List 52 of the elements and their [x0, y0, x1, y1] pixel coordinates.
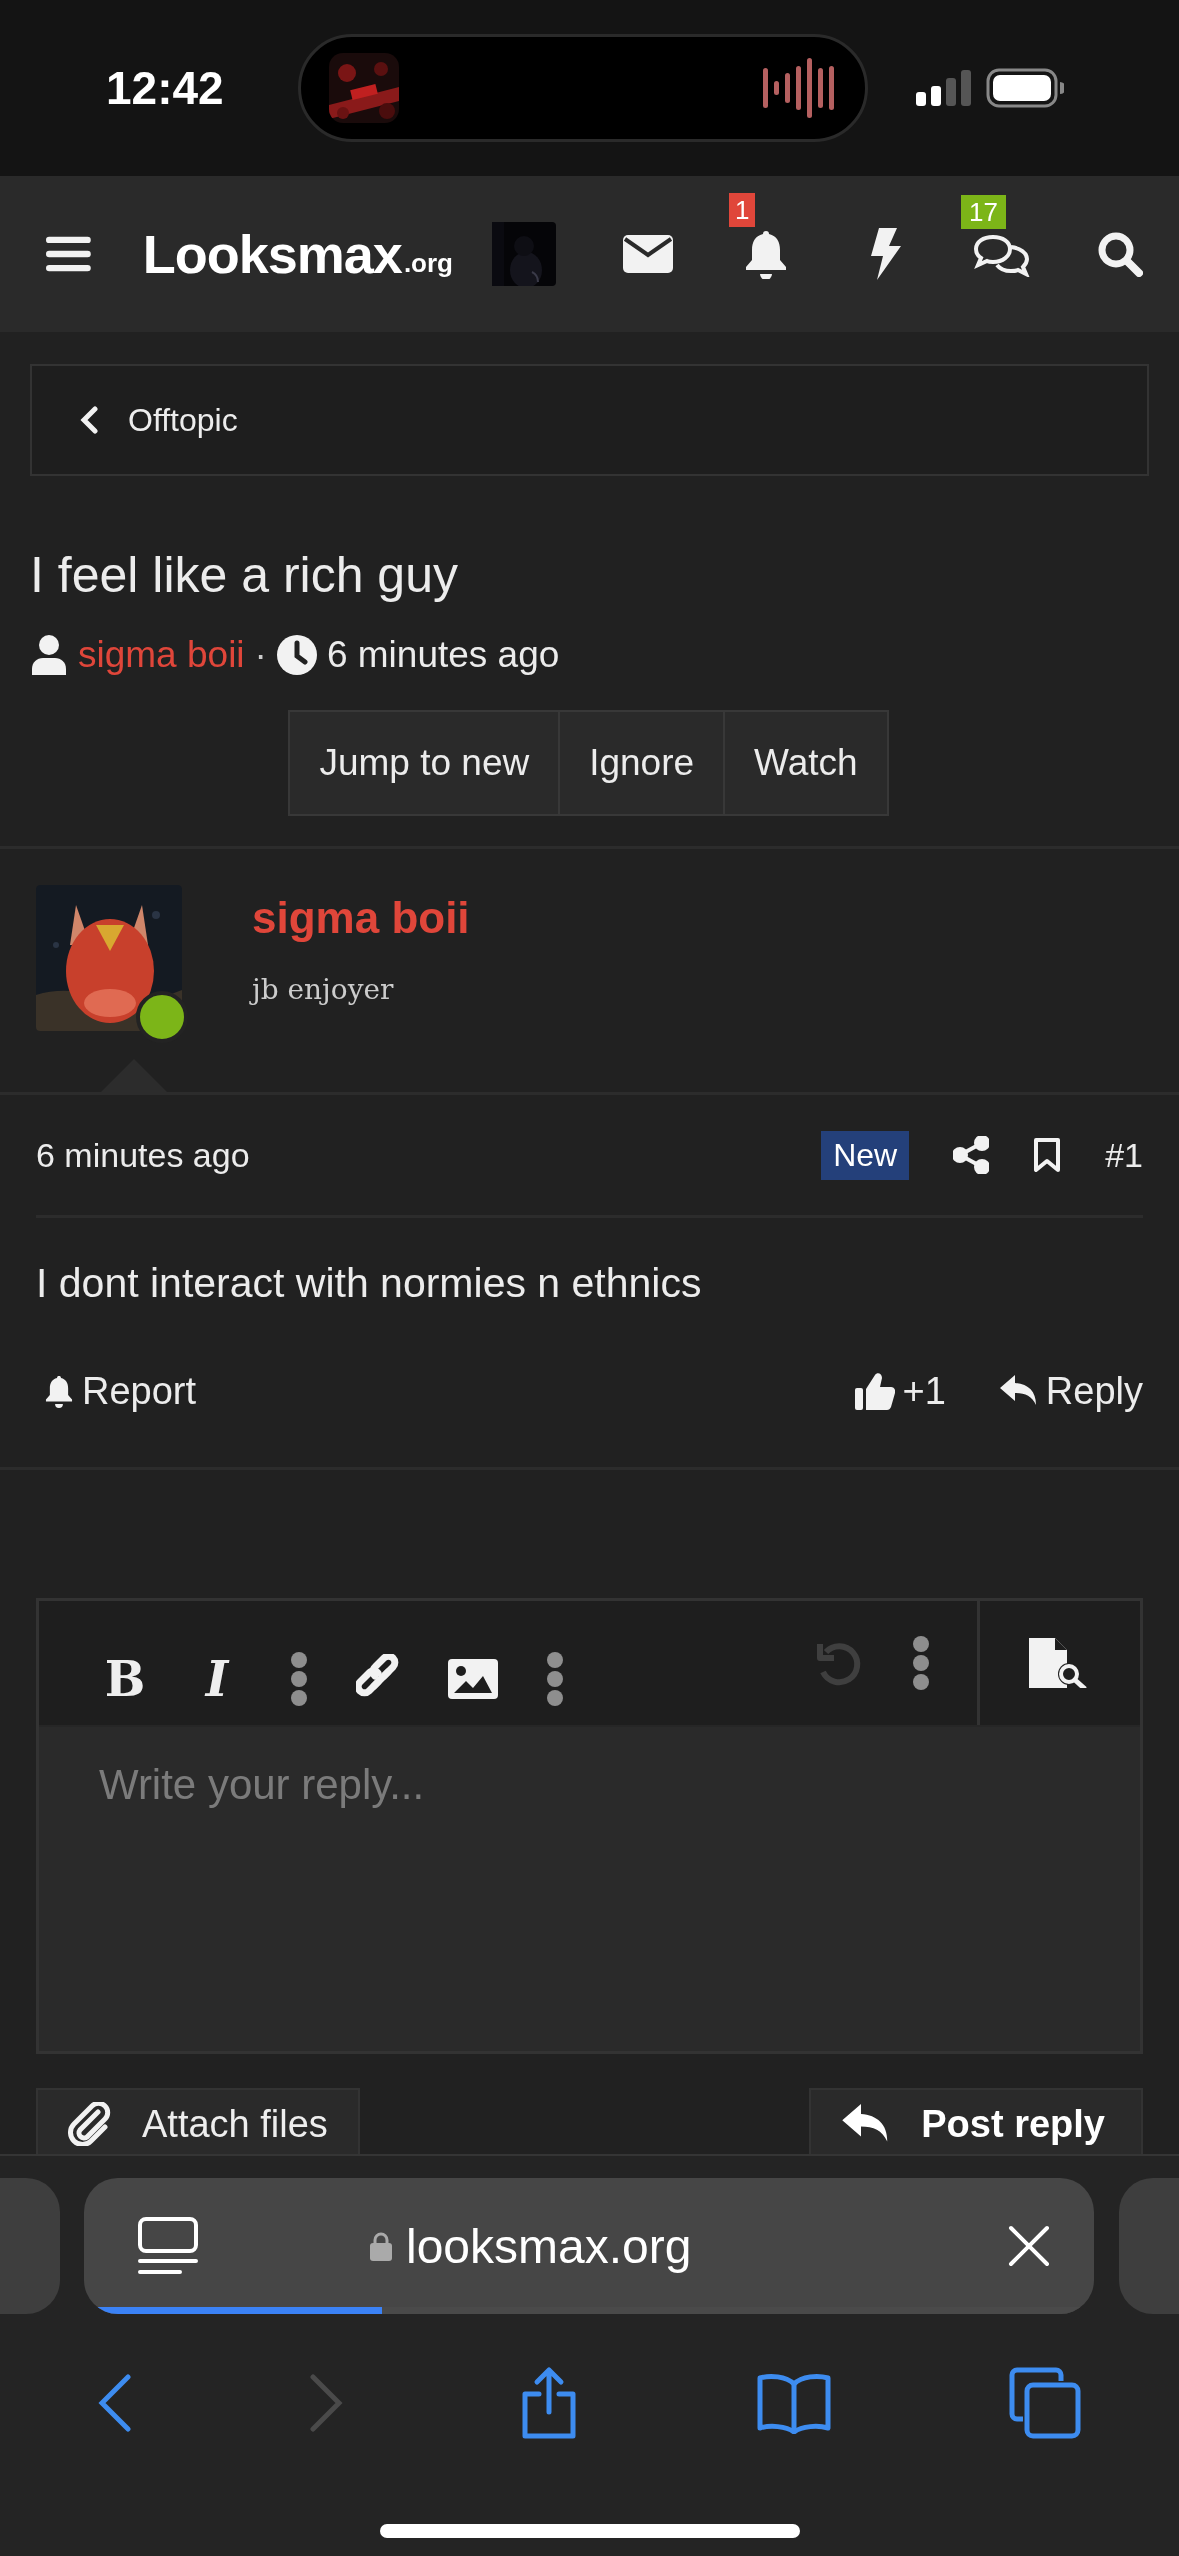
thread-button[interactable]: Watch	[723, 710, 889, 816]
more-vertical-icon[interactable]	[912, 1635, 930, 1691]
post-number[interactable]: #1	[1105, 1135, 1143, 1175]
reply-button[interactable]: Reply	[999, 1369, 1143, 1413]
post-time: 6 minutes ago	[326, 634, 560, 676]
more-vertical-icon[interactable]	[290, 1651, 308, 1707]
back-icon[interactable]	[98, 2374, 133, 2432]
count-badge: 1	[729, 193, 756, 227]
attach-files-button[interactable]: Attach files	[36, 2088, 360, 2154]
author-link[interactable]: sigma boii	[78, 634, 245, 676]
reply-arrow-icon	[999, 1375, 1038, 1407]
clock-time: 12:42	[106, 61, 225, 115]
signal-icon	[916, 70, 972, 106]
separator: ·	[254, 634, 267, 676]
italic-button[interactable]: I	[171, 1639, 263, 1719]
bold-button[interactable]: B	[79, 1639, 171, 1719]
post-reply-button[interactable]: Post reply	[809, 2088, 1143, 2154]
share-icon[interactable]	[953, 1136, 990, 1174]
logo[interactable]: Looksmax	[142, 223, 402, 285]
lock-icon	[370, 2231, 392, 2261]
close-icon[interactable]	[1008, 2225, 1050, 2267]
count-badge: 17	[961, 195, 1006, 229]
chevron-left-icon[interactable]	[80, 406, 98, 434]
thumbs-up-icon	[854, 1371, 895, 1411]
tabs-icon[interactable]	[1008, 2367, 1081, 2439]
address-bar[interactable]: looksmax.org	[84, 2178, 1094, 2314]
image-icon[interactable]	[448, 1659, 498, 1699]
user-icon	[30, 635, 68, 675]
new-label: New	[821, 1130, 910, 1180]
bookmark-icon[interactable]	[1033, 1137, 1062, 1173]
bell-icon	[44, 1374, 74, 1408]
url-text[interactable]: looksmax.org	[406, 2218, 692, 2274]
battery-icon	[986, 68, 1064, 108]
reader-icon[interactable]	[138, 2217, 198, 2275]
breadcrumb-link[interactable]: Offtopic	[128, 401, 238, 439]
reply-field[interactable]: Write your reply...	[39, 1725, 1140, 2051]
more-vertical-icon[interactable]	[546, 1651, 564, 1707]
thread-button[interactable]: Jump to new	[288, 710, 561, 816]
post-text: I dont interact with normies n ethnics	[36, 1260, 703, 1307]
bell-icon[interactable]	[743, 229, 789, 279]
book-icon[interactable]	[756, 2372, 833, 2434]
like-button[interactable]: +1	[854, 1369, 946, 1413]
clock-icon	[276, 635, 317, 675]
post-time[interactable]: 6 minutes ago	[36, 1135, 822, 1175]
envelope-icon[interactable]	[623, 235, 673, 273]
search-icon[interactable]	[1097, 231, 1143, 277]
thread-button[interactable]: Ignore	[558, 710, 726, 816]
username[interactable]: sigma boii	[252, 893, 470, 943]
thread-title: I feel like a rich guy	[30, 546, 459, 604]
logo-suffix[interactable]: .org	[403, 247, 453, 279]
paperclip-icon	[68, 2102, 112, 2146]
report-button[interactable]: Report	[44, 1369, 197, 1413]
